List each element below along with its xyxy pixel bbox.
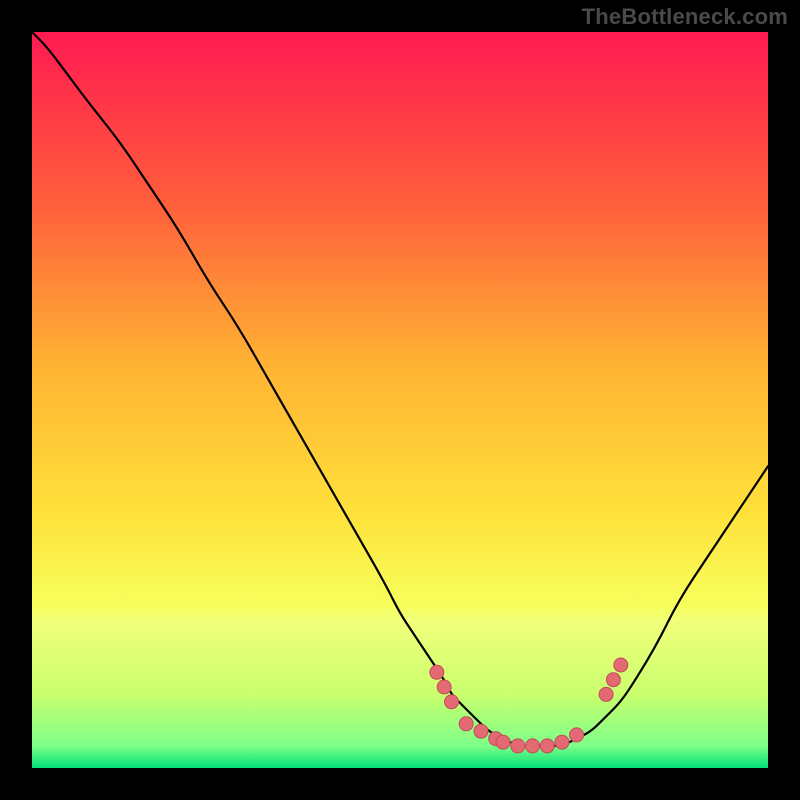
data-point (540, 739, 554, 753)
data-point (614, 658, 628, 672)
data-point (555, 735, 569, 749)
watermark-text: TheBottleneck.com (582, 4, 788, 30)
data-point (606, 673, 620, 687)
data-point (570, 728, 584, 742)
data-point (459, 717, 473, 731)
chart-frame: TheBottleneck.com (0, 0, 800, 800)
gradient-background (32, 32, 768, 768)
data-point (445, 695, 459, 709)
data-point (526, 739, 540, 753)
data-point (474, 724, 488, 738)
data-point (511, 739, 525, 753)
chart-svg (32, 32, 768, 768)
data-point (430, 665, 444, 679)
data-point (437, 680, 451, 694)
data-point (496, 735, 510, 749)
data-point (599, 687, 613, 701)
plot-area (32, 32, 768, 768)
